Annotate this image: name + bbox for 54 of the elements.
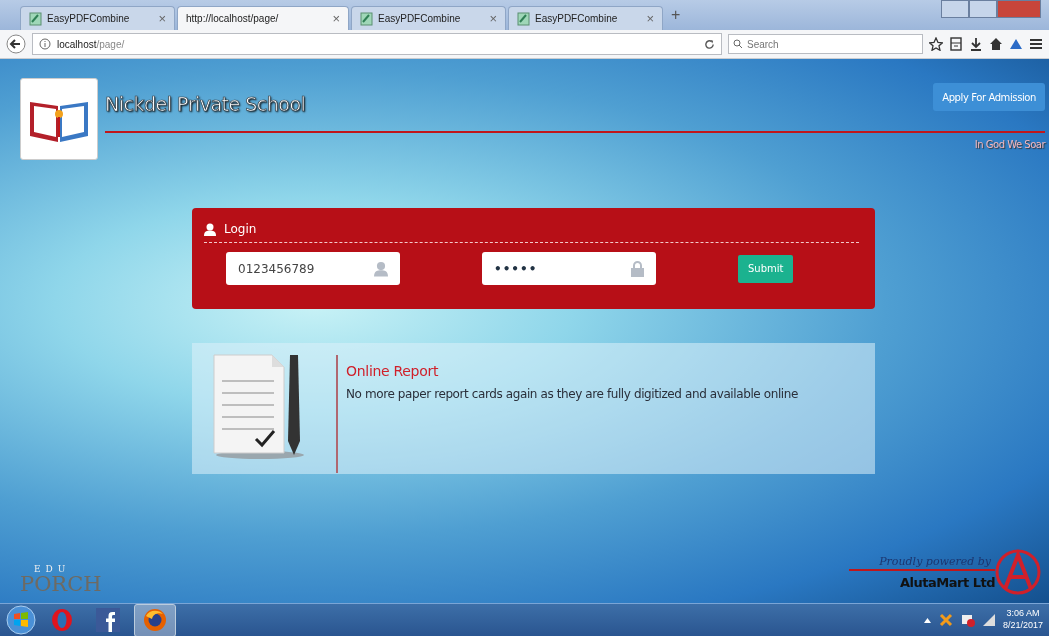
bookmark-star-icon[interactable] — [929, 37, 943, 51]
browser-tab[interactable]: EasyPDFCombine × — [351, 6, 506, 30]
triangle-icon[interactable] — [1009, 37, 1023, 51]
powered-by-text: Proudly powered by — [849, 554, 995, 571]
user-icon — [204, 222, 216, 236]
home-icon[interactable] — [989, 37, 1003, 51]
tray-app-icon[interactable] — [938, 613, 953, 627]
fox-browser-app-icon[interactable] — [134, 603, 176, 636]
tab-title: EasyPDFCombine — [535, 13, 619, 24]
clock-date: 8/21/2017 — [1002, 620, 1043, 632]
clock[interactable]: 3:06 AM 8/21/2017 — [1002, 608, 1043, 632]
new-tab-button[interactable]: + — [671, 6, 681, 24]
document-icon — [517, 11, 530, 26]
username-field[interactable]: 0123456789 — [226, 252, 400, 285]
document-icon — [29, 11, 42, 26]
minimize-button[interactable] — [941, 0, 969, 18]
feature-description: No more paper report cards again as they are fully digitized and available online — [346, 387, 798, 401]
school-motto: In God We Soar — [974, 139, 1045, 150]
login-title: Login — [224, 222, 257, 236]
start-button[interactable] — [6, 605, 36, 635]
search-icon — [733, 39, 743, 49]
browser-tab[interactable]: EasyPDFCombine × — [20, 6, 175, 30]
address-bar[interactable]: localhost/page/ — [32, 33, 722, 55]
maximize-button[interactable] — [969, 0, 997, 18]
letter-circle-logo-icon — [995, 549, 1041, 595]
user-icon — [374, 261, 388, 277]
close-icon[interactable]: × — [489, 11, 497, 26]
close-icon[interactable]: × — [646, 11, 654, 26]
search-field[interactable]: Search — [728, 34, 923, 54]
info-icon[interactable] — [39, 38, 51, 50]
menu-icon[interactable] — [1029, 37, 1043, 51]
download-icon[interactable] — [969, 37, 983, 51]
lock-icon — [631, 261, 644, 277]
document-icon — [360, 11, 373, 26]
tab-title: EasyPDFCombine — [47, 13, 131, 24]
company-name: AlutaMart Ltd — [900, 574, 995, 590]
back-icon[interactable] — [6, 34, 26, 54]
url-text: localhost/page/ — [57, 38, 126, 50]
reading-list-icon[interactable] — [949, 37, 963, 51]
browser-tab[interactable]: http://localhost/page/ × — [177, 6, 349, 30]
feature-title: Online Report — [346, 363, 440, 379]
close-icon[interactable]: × — [332, 11, 340, 26]
tab-title: http://localhost/page/ — [186, 13, 280, 24]
reload-icon[interactable] — [704, 38, 715, 50]
network-signal-icon[interactable] — [982, 614, 995, 626]
school-name: Nickdel Private School — [105, 93, 306, 115]
tray-expand-icon[interactable] — [923, 617, 931, 623]
close-icon[interactable]: × — [158, 11, 166, 26]
clock-time: 3:06 AM — [1006, 608, 1040, 620]
browser-tab[interactable]: EasyPDFCombine × — [508, 6, 663, 30]
apply-button[interactable]: Apply For Admission — [933, 83, 1045, 111]
eduporch-logo: EDU PORCH — [20, 565, 102, 595]
password-field[interactable]: ••••• — [482, 252, 656, 285]
tab-title: EasyPDFCombine — [378, 13, 462, 24]
